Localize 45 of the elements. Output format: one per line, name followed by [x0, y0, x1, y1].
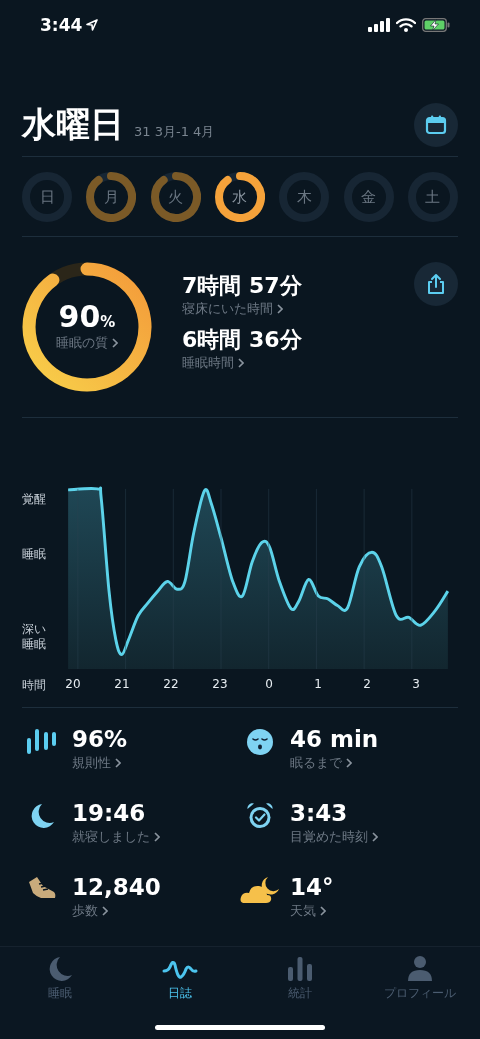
date-range: 31 3月-1 4月: [134, 122, 215, 141]
stat-value: 96%: [72, 725, 128, 754]
hour-label: 20: [65, 677, 81, 692]
day-ring[interactable]: 日: [22, 172, 72, 223]
stat-value: 12,840: [72, 873, 161, 902]
duration-value: 7時間 57分: [182, 272, 302, 301]
day-ring[interactable]: 土: [407, 172, 458, 223]
tab[interactable]: プロフィール: [360, 947, 480, 1007]
duration-value: 6時間 36分: [182, 326, 302, 355]
day-ring[interactable]: 金: [343, 172, 394, 223]
day-ring[interactable]: 火: [150, 172, 201, 223]
status-time: 3:44: [40, 14, 83, 35]
duration-link[interactable]: 寝床にいた時間: [182, 300, 283, 319]
day-title: 水曜日: [22, 102, 124, 146]
tab[interactable]: 睡眠: [0, 947, 120, 1007]
stat-link[interactable]: 天気: [290, 902, 334, 920]
hour-label: 0: [265, 677, 273, 692]
day-ring[interactable]: 月: [86, 172, 137, 223]
quality-percent: 90%: [58, 302, 116, 333]
tab[interactable]: 統計: [240, 947, 360, 1007]
day-ring[interactable]: 水: [215, 172, 265, 223]
stat-value: 3:43: [290, 799, 349, 828]
hour-label: 3: [412, 677, 420, 692]
stat-link[interactable]: 規則性: [72, 754, 128, 772]
hour-label: 23: [212, 677, 228, 692]
axis-label: 深い睡眠: [22, 622, 47, 652]
sleep-quality-ring[interactable]: 90% 睡眠の質: [22, 262, 152, 393]
hour-label: 2: [363, 677, 371, 692]
day-ring[interactable]: 木: [279, 172, 330, 223]
axis-label: 覚醒: [22, 492, 47, 507]
stat-value: 14°: [290, 873, 334, 902]
duration-link[interactable]: 睡眠時間: [182, 354, 244, 373]
axis-label: 睡眠: [22, 547, 47, 562]
stat-value: 19:46: [72, 799, 147, 828]
stat-link[interactable]: 就寝しました: [72, 828, 160, 846]
stat-value: 46 min: [290, 725, 379, 754]
axis-title: 時間: [22, 677, 47, 695]
stat-link[interactable]: 歩数: [72, 902, 161, 920]
hour-label: 1: [314, 677, 322, 692]
tab[interactable]: 日誌: [120, 947, 240, 1007]
hour-label: 22: [163, 677, 179, 692]
stat-link[interactable]: 目覚めた時刻: [290, 828, 378, 846]
stat-link[interactable]: 眠るまで: [290, 754, 379, 772]
quality-link[interactable]: 睡眠の質: [56, 334, 118, 353]
hour-label: 21: [114, 677, 130, 692]
